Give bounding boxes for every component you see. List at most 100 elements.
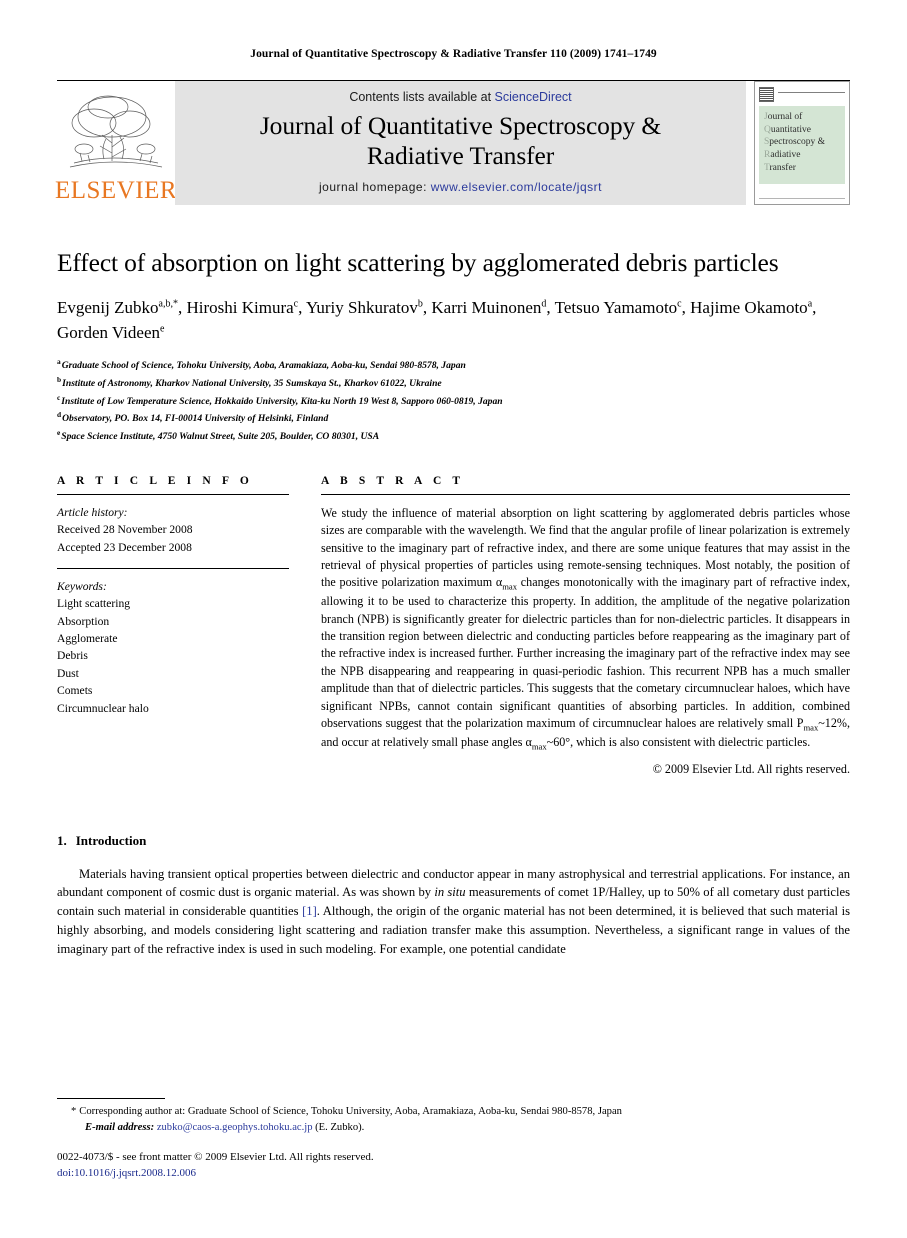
section-heading-introduction: 1. Introduction (57, 833, 850, 849)
elsevier-wordmark: ELSEVIER (54, 177, 178, 204)
affiliation-text: Institute of Astronomy, Kharkov National… (62, 378, 442, 390)
homepage-link[interactable]: www.elsevier.com/locate/jqsrt (431, 180, 602, 194)
running-head: Journal of Quantitative Spectroscopy & R… (250, 48, 657, 60)
journal-cover-thumbnail: Journal of Quantitative Spectroscopy & R… (754, 81, 850, 205)
abstract-rule (321, 493, 850, 495)
email-link[interactable]: zubko@caos-a.geophys.tohoku.ac.jp (157, 1122, 313, 1133)
footnote-block: * Corresponding author at: Graduate Schoo… (57, 1097, 850, 1182)
email-owner: (E. Zubko). (315, 1122, 365, 1134)
cover-line-2: Quantitative (764, 124, 811, 135)
sciencedirect-link[interactable]: ScienceDirect (495, 90, 572, 104)
elsevier-logo: ELSEVIER (54, 81, 178, 205)
corresponding-author-note: * Corresponding author at: Graduate Schoo… (57, 1104, 850, 1120)
author-affiliation-marker: e (160, 322, 165, 334)
keywords-label: Keywords: (57, 579, 107, 593)
keywords-items: Light scattering Absorption Agglomerate Deb… (57, 595, 289, 717)
article-info-column: A R T I C L E I N F O Article history: R… (57, 475, 289, 777)
article-info-rule-top (57, 493, 289, 495)
author-list: Evgenij Zubkoa,b,*, Hiroshi Kimurac, Yur… (57, 297, 817, 342)
author-affiliation-marker: b (417, 298, 423, 310)
author-affiliation-marker: a,b,* (158, 298, 178, 310)
affiliation-text: Graduate School of Science, Tohoku Unive… (61, 360, 466, 372)
affiliation-text: Space Science Institute, 4750 Walnut Str… (61, 431, 380, 443)
intro-italic-insitu: in situ (434, 885, 466, 900)
author-affiliation-marker: d (541, 298, 547, 310)
article-history: Article history: Received 28 November 20… (57, 504, 289, 556)
cover-line-1: Journal of (764, 112, 803, 122)
affiliation-marker: a (57, 357, 61, 367)
issn-line: 0022-4073/$ - see front matter © 2009 El… (57, 1151, 374, 1164)
corresponding-author-marker: * (71, 1105, 77, 1117)
keyword-item: Agglomerate (57, 632, 118, 646)
affiliation-text: Institute of Low Temperature Science, Ho… (61, 395, 503, 407)
affiliation-row: cInstitute of Low Temperature Science, H… (57, 392, 850, 410)
abstract-column: A B S T R A C T We study the influence o… (321, 475, 850, 777)
section-label: Introduction (75, 832, 147, 848)
keyword-item: Circumnuclear halo (57, 701, 149, 715)
footnote-rule (57, 1097, 165, 1099)
cover-header (759, 87, 845, 102)
affiliation-marker: b (57, 374, 62, 384)
affiliation-marker: e (57, 428, 61, 438)
affiliation-marker: d (57, 410, 62, 420)
keyword-item: Light scattering (57, 597, 131, 611)
article-history-label: Article history: (57, 505, 128, 519)
article-accepted: Accepted 23 December 2008 (57, 540, 192, 554)
abstract-part-2: changes monotonically with the imaginary… (321, 575, 851, 730)
author-name: Karri Muinonen (431, 297, 542, 317)
info-abstract-row: A R T I C L E I N F O Article history: R… (57, 475, 850, 777)
author-name: Tetsuo Yamamoto (554, 297, 678, 317)
cover-barcode-icon (759, 87, 774, 102)
doi-link[interactable]: doi:10.1016/j.jqsrt.2008.12.006 (57, 1166, 850, 1182)
elsevier-tree-icon (64, 91, 168, 177)
keywords-block: Keywords: Light scattering Absorption Aggl… (57, 578, 289, 717)
affiliation-row: bInstitute of Astronomy, Kharkov Nationa… (57, 374, 850, 392)
affiliation-marker: c (57, 392, 61, 402)
cover-line-5: Transfer (764, 162, 796, 173)
homepage-prefix: journal homepage: (319, 179, 431, 194)
journal-title-line-1: Journal of Quantitative Spectroscopy & (259, 111, 662, 141)
abstract-heading: A B S T R A C T (321, 474, 465, 487)
cover-title-block: Journal of Quantitative Spectroscopy & R… (759, 106, 845, 185)
keyword-item: Comets (57, 684, 93, 698)
pmax-subscript: max (803, 722, 819, 733)
keyword-item: Debris (57, 649, 88, 663)
abstract-text: We study the influence of material absor… (321, 505, 850, 753)
section-number: 1. (57, 832, 67, 848)
journal-title: Journal of Quantitative Spectroscopy & R… (260, 111, 661, 169)
author-name: Yuriy Shkuratov (305, 297, 418, 317)
page-title: Effect of absorption on light scattering… (57, 248, 779, 277)
author-name: Evgenij Zubko (57, 297, 159, 317)
homepage-line: journal homepage: www.elsevier.com/locat… (319, 180, 602, 194)
journal-banner: ELSEVIER Contents lists available at Sci… (54, 80, 850, 205)
affiliation-row: dObservatory, PO. Box 14, FI-00014 Unive… (57, 409, 850, 427)
keyword-item: Absorption (57, 614, 110, 628)
affiliation-row: aGraduate School of Science, Tohoku Univ… (57, 356, 850, 374)
author-name: Hajime Okamoto (690, 297, 808, 317)
title-block: Effect of absorption on light scattering… (57, 247, 850, 445)
cover-line-3: Spectroscopy & (764, 137, 825, 148)
affiliation-text: Observatory, PO. Box 14, FI-00014 Univer… (62, 413, 329, 425)
corresponding-author-text: Corresponding author at: Graduate School… (79, 1105, 622, 1117)
paper-page: Journal of Quantitative Spectroscopy & R… (0, 0, 907, 1238)
keyword-item: Dust (57, 666, 79, 680)
email-note: E-mail address: zubko@caos-a.geophys.toh… (57, 1120, 850, 1136)
contents-line: Contents lists available at ScienceDirec… (349, 90, 571, 104)
cover-divider (778, 92, 845, 93)
email-label: E-mail address: (85, 1122, 155, 1134)
author-affiliation-marker: c (293, 298, 299, 310)
affiliation-list: aGraduate School of Science, Tohoku Univ… (57, 356, 850, 445)
abstract-part-4: ~60°, which is also consistent with diel… (546, 734, 811, 749)
contents-prefix: Contents lists available at (349, 90, 495, 105)
affiliation-row: eSpace Science Institute, 4750 Walnut St… (57, 427, 850, 445)
article-info-rule-bottom (57, 567, 289, 569)
abstract-copyright: © 2009 Elsevier Ltd. All rights reserved… (652, 761, 850, 776)
article-received: Received 28 November 2008 (57, 523, 193, 537)
alpha-subscript-1: max (502, 581, 518, 592)
cover-line-4: Radiative (764, 149, 801, 160)
cover-bottom-divider (759, 198, 845, 200)
citation-link-1[interactable]: [1] (302, 904, 317, 918)
author-affiliation-marker: a (807, 298, 813, 310)
journal-title-line-2: Radiative Transfer (366, 140, 555, 170)
author-name: Gorden Videen (57, 322, 160, 342)
